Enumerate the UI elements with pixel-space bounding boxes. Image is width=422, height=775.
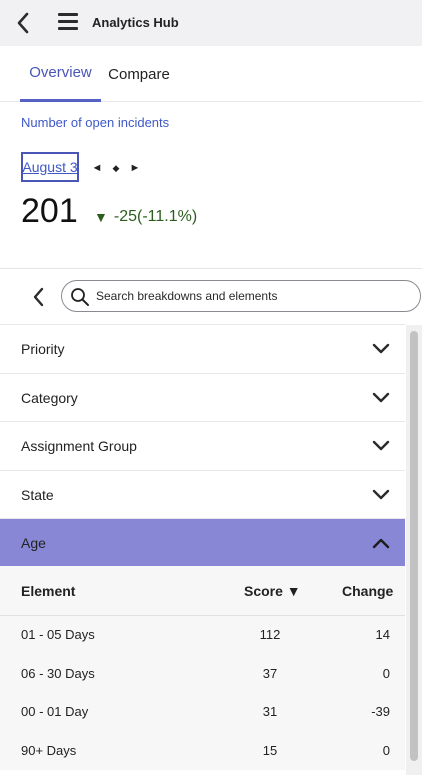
breakdown-item-category[interactable]: Category [0, 373, 405, 422]
app-title: Analytics Hub [92, 15, 179, 30]
table-row[interactable]: 06 - 30 Days 37 0 [0, 654, 405, 693]
cell-element: 00 - 01 Day [21, 704, 89, 719]
breakdown-label: State [21, 486, 54, 503]
next-date-button[interactable]: ► [128, 160, 142, 176]
table-row[interactable]: 01 - 05 Days 112 14 [0, 616, 405, 655]
cell-element: 06 - 30 Days [21, 665, 95, 681]
cell-score: 15 [262, 742, 278, 758]
cell-change: 14 [375, 627, 390, 642]
hamburger-line [58, 27, 78, 30]
chevron-left-icon [33, 287, 44, 307]
chevron-down-icon [372, 343, 390, 354]
column-header-score[interactable]: Score ▼ [244, 583, 301, 599]
scrollbar-thumb[interactable] [410, 331, 418, 761]
date-selector[interactable]: August 3 [21, 152, 79, 182]
tab-overview[interactable]: Overview [20, 46, 101, 102]
breakdown-label: Category [21, 389, 78, 406]
breakdown-label: Assignment Group [21, 438, 137, 454]
tab-compare[interactable]: Compare [104, 46, 174, 102]
current-date-button[interactable]: ◆ [110, 160, 122, 176]
scrollbar[interactable] [406, 325, 422, 775]
change-percent: (-11.1%) [136, 208, 198, 225]
search-input[interactable] [96, 285, 412, 307]
metric-label[interactable]: Number of open incidents [21, 115, 169, 130]
chevron-down-icon [372, 392, 390, 402]
divider [0, 268, 422, 269]
chevron-up-icon [372, 538, 390, 549]
app-header: Analytics Hub [0, 0, 422, 46]
cell-score: 112 [259, 627, 281, 642]
cell-change: 0 [382, 742, 390, 758]
cell-score: 31 [262, 704, 278, 719]
trend-down-icon: ▼ [94, 209, 108, 225]
chevron-left-icon [17, 12, 29, 34]
hamburger-line [58, 20, 78, 23]
back-button[interactable] [12, 11, 34, 35]
cell-change: 0 [382, 665, 390, 681]
chevron-down-icon [372, 440, 390, 451]
breakdown-item-state[interactable]: State [0, 470, 405, 519]
menu-button[interactable] [56, 13, 80, 33]
metric-value: 201 [21, 192, 78, 230]
cell-score: 37 [262, 665, 278, 681]
previous-date-button[interactable]: ◄ [90, 160, 104, 176]
chevron-down-icon [372, 489, 390, 499]
search-icon [71, 288, 89, 306]
cell-element: 01 - 05 Days [21, 627, 95, 642]
breakdown-back-button[interactable] [28, 286, 48, 308]
column-header-change: Change [342, 583, 394, 599]
breakdown-item-assignment-group[interactable]: Assignment Group [0, 422, 405, 471]
hamburger-icon [58, 13, 78, 16]
breakdown-label: Age [21, 535, 46, 551]
column-header-element: Element [21, 583, 76, 599]
breakdown-item-age[interactable]: Age [0, 519, 405, 566]
tab-bar: Overview Compare [0, 46, 422, 102]
cell-element: 90+ Days [21, 742, 77, 758]
metric-change: ▼ -25 (-11.1%) [94, 208, 197, 226]
table-row[interactable]: 00 - 01 Day 31 -39 [0, 693, 405, 732]
table-header: Element Score ▼ Change [0, 566, 405, 616]
breakdown-list: Priority Category Assignment Group State… [0, 325, 405, 566]
table-body: 01 - 05 Days 112 14 06 - 30 Days 37 0 00… [0, 616, 405, 770]
breakdown-label: Priority [21, 341, 65, 357]
cell-change: -39 [371, 704, 390, 719]
breakdown-item-priority[interactable]: Priority [0, 325, 405, 374]
table-row[interactable]: 90+ Days 15 0 [0, 731, 405, 770]
search-box [61, 280, 421, 312]
change-amount: -25 [113, 208, 137, 225]
